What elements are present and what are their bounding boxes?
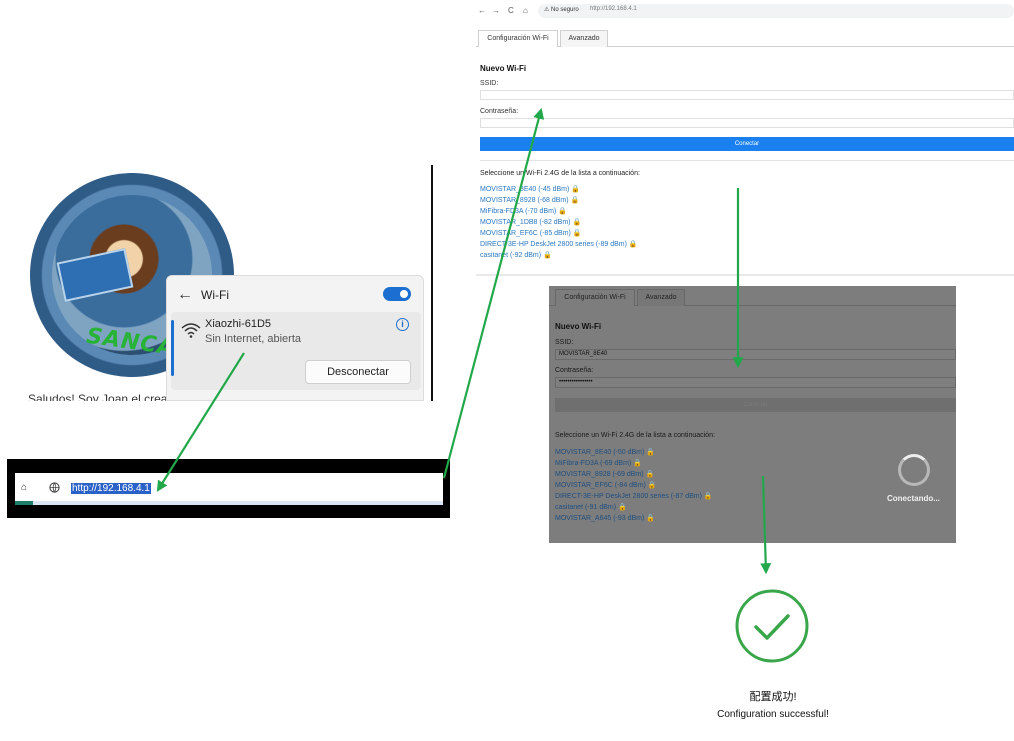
success-title-en: Configuration successful!	[717, 709, 829, 720]
home-icon[interactable]: ⌂	[523, 6, 528, 15]
success-title-cn: 配置成功!	[749, 691, 797, 703]
reload-icon[interactable]: C	[508, 6, 514, 15]
tab-wifi-config[interactable]: Configuración Wi-Fi	[478, 30, 558, 47]
lock-icon: 🔒	[633, 460, 642, 467]
lock-icon: 🔒	[618, 504, 627, 511]
taskbar-strip	[15, 501, 443, 505]
loading-spinner-icon	[898, 454, 930, 486]
url-text: http://192.168.4.1	[590, 6, 637, 12]
network-list-item[interactable]: MiFibra-FD3A (-69 dBm) 🔒	[555, 458, 713, 469]
back-icon[interactable]: ←	[478, 6, 486, 15]
profile-panel: SANCAR Saludos! Soy Joan el crea ← Wi-Fi…	[0, 165, 434, 401]
network-list: MOVISTAR_8E40 (-50 dBm) 🔒 MiFibra-FD3A (-…	[555, 447, 713, 524]
connect-button[interactable]: Conectar	[555, 398, 956, 412]
form-title: Nuevo Wi-Fi	[555, 322, 602, 331]
lock-icon: 🔒	[571, 186, 581, 193]
network-list-item[interactable]: MOVISTAR_EF6C (-84 dBm) 🔒	[555, 480, 713, 491]
lock-icon: 🔒	[543, 252, 552, 259]
selected-accent	[171, 320, 174, 376]
url-bar[interactable]: ⚠ No seguro http://192.168.4.1	[538, 4, 1014, 18]
back-arrow-icon[interactable]: ←	[177, 286, 193, 304]
network-list-item[interactable]: casitanet (-92 dBm) 🔒	[480, 250, 638, 261]
network-list-item[interactable]: DIRECT-3E-HP DeskJet 2800 series (-87 dB…	[555, 491, 713, 502]
lock-icon: 🔒	[703, 493, 713, 500]
password-label: Contraseña:	[555, 367, 594, 374]
wifi-flyout-title: Wi-Fi	[201, 288, 229, 302]
divider	[480, 160, 1014, 161]
network-select-prompt: Seleccione un Wi-Fi 2.4G de la lista a c…	[555, 432, 715, 439]
network-select-prompt: Seleccione un Wi-Fi 2.4G de la lista a c…	[480, 170, 640, 177]
page-tabs: Configuración Wi-Fi Avanzado	[476, 29, 1014, 47]
network-list-item[interactable]: casitanet (-91 dBm) 🔒	[555, 502, 713, 513]
wifi-toggle[interactable]	[383, 287, 411, 301]
connecting-overlay-page: Configuración Wi-Fi Avanzado Nuevo Wi-Fi…	[549, 286, 956, 543]
network-list-item[interactable]: DIRECT-3E-HP DeskJet 2800 series (-89 dB…	[480, 239, 638, 250]
wifi-network-status: Sin Internet, abierta	[205, 333, 302, 345]
network-list-item[interactable]: MOVISTAR_8E40 (-50 dBm) 🔒	[555, 447, 713, 458]
disconnect-button[interactable]: Desconectar	[305, 360, 411, 384]
lock-icon: 🔒	[645, 471, 655, 478]
lock-icon: 🔒	[558, 208, 567, 215]
lock-icon: 🔒	[570, 197, 580, 204]
globe-icon	[49, 482, 60, 493]
ssid-input[interactable]: MOVISTAR_8E40	[555, 349, 956, 360]
address-url-selected[interactable]: http://192.168.4.1	[71, 483, 151, 494]
form-title: Nuevo Wi-Fi	[480, 64, 527, 73]
lock-icon: 🔒	[647, 482, 657, 489]
connecting-text: Conectando...	[887, 494, 940, 503]
ssid-label: SSID:	[555, 339, 574, 346]
page-tabs: Configuración Wi-Fi Avanzado	[549, 288, 956, 306]
divider	[431, 165, 433, 401]
wifi-flyout: ← Wi-Fi Xiaozhi-61D5 Sin Internet, abier…	[166, 275, 424, 401]
network-list-item[interactable]: MOVISTAR_8E40 (-45 dBm) 🔒	[480, 184, 638, 195]
network-list-item[interactable]: MOVISTAR_8928 (-68 dBm) 🔒	[480, 195, 638, 206]
tab-wifi-config[interactable]: Configuración Wi-Fi	[555, 289, 635, 306]
password-input[interactable]	[480, 118, 1014, 128]
wifi-network-name: Xiaozhi-61D5	[205, 318, 272, 330]
network-list: MOVISTAR_8E40 (-45 dBm) 🔒 MOVISTAR_8928 (…	[480, 184, 638, 261]
address-bar-snippet: ⌂ http://192.168.4.1	[7, 459, 450, 518]
address-bar[interactable]: ⌂ http://192.168.4.1	[15, 473, 443, 505]
lock-icon: 🔒	[628, 241, 638, 248]
check-circle-icon	[735, 589, 809, 663]
wifi-signal-icon	[181, 323, 201, 338]
lock-icon: 🔒	[646, 515, 656, 522]
wifi-network-item[interactable]: Xiaozhi-61D5 Sin Internet, abierta i Des…	[171, 312, 421, 390]
config-page-browser: ← → C ⌂ ⚠ No seguro http://192.168.4.1 C…	[476, 0, 1014, 276]
tab-advanced[interactable]: Avanzado	[560, 30, 608, 47]
network-list-item[interactable]: MOVISTAR_8928 (-69 dBm) 🔒	[555, 469, 713, 480]
network-list-item[interactable]: MOVISTAR_EF6C (-85 dBm) 🔒	[480, 228, 638, 239]
password-input[interactable]: ••••••••••••••••	[555, 377, 956, 388]
ssid-input[interactable]	[480, 90, 1014, 100]
password-label: Contraseña:	[480, 108, 519, 115]
taskbar-accent	[15, 501, 33, 505]
connect-button[interactable]: Conectar	[480, 137, 1014, 151]
info-icon[interactable]: i	[396, 318, 409, 331]
home-icon[interactable]: ⌂	[21, 482, 27, 493]
lock-icon: 🔒	[572, 230, 582, 237]
network-list-item[interactable]: MiFibra-FD3A (-70 dBm) 🔒	[480, 206, 638, 217]
greeting-text: Saludos! Soy Joan el crea	[28, 392, 168, 401]
network-list-item[interactable]: MOVISTAR_A645 (-93 dBm) 🔒	[555, 513, 713, 524]
toggle-knob	[400, 290, 408, 298]
not-secure-badge[interactable]: ⚠ No seguro	[544, 6, 579, 13]
tab-advanced[interactable]: Avanzado	[637, 289, 685, 306]
lock-icon: 🔒	[646, 449, 656, 456]
forward-icon[interactable]: →	[492, 6, 500, 15]
network-list-item[interactable]: MOVISTAR_1DB8 (-82 dBm) 🔒	[480, 217, 638, 228]
lock-icon: 🔒	[572, 219, 582, 226]
ssid-label: SSID:	[480, 80, 499, 87]
